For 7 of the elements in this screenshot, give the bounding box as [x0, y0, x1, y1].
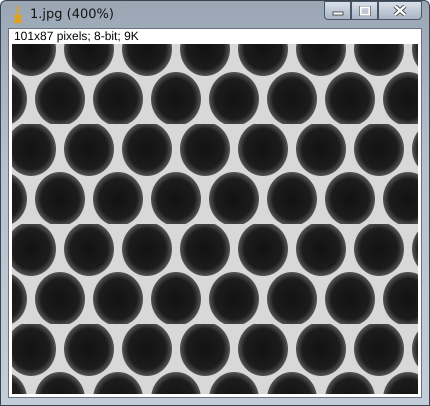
close-icon: [393, 5, 407, 16]
minimize-button[interactable]: [324, 1, 351, 20]
maximize-icon: [358, 6, 370, 16]
window-title: 1.jpg (400%): [30, 7, 114, 22]
image-info: 101x87 pixels; 8-bit; 9K: [14, 30, 140, 43]
maximize-button[interactable]: [351, 1, 378, 20]
close-button[interactable]: [378, 1, 422, 20]
